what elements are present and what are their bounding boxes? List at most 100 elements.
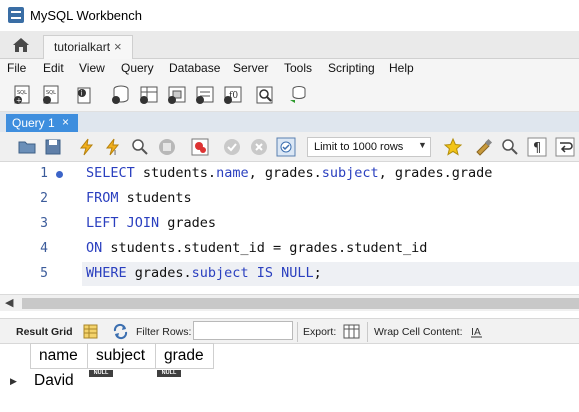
- create-table-icon[interactable]: [138, 84, 160, 106]
- svg-text:IA: IA: [471, 327, 481, 338]
- commit-icon[interactable]: [222, 137, 242, 157]
- add-to-snippets-star-icon[interactable]: [443, 137, 463, 157]
- line-number: 3: [40, 216, 48, 231]
- close-icon[interactable]: ×: [114, 39, 122, 54]
- grid-cell-name[interactable]: David: [34, 372, 74, 390]
- svg-text:I: I: [114, 149, 116, 157]
- column-header-name[interactable]: name: [30, 343, 88, 369]
- tab-connection[interactable]: tutorialkart ×: [43, 35, 133, 59]
- menu-view[interactable]: View: [79, 61, 105, 75]
- line-number: 4: [40, 241, 48, 256]
- stop-icon[interactable]: [157, 137, 177, 157]
- search-table-data-icon[interactable]: [254, 84, 276, 106]
- svg-text:SQL: SQL: [46, 90, 56, 96]
- inspector-icon[interactable]: i: [74, 84, 96, 106]
- export-icon[interactable]: [343, 323, 360, 340]
- column-header-grade[interactable]: grade: [156, 343, 214, 369]
- refresh-icon[interactable]: [112, 323, 129, 340]
- reconnect-icon[interactable]: [287, 84, 309, 106]
- menu-file[interactable]: File: [7, 61, 26, 75]
- grid-cell-subject-null-badge[interactable]: NULL: [89, 370, 113, 377]
- create-function-icon[interactable]: f0: [222, 84, 244, 106]
- code-line[interactable]: FROM students: [86, 190, 192, 206]
- home-icon[interactable]: [12, 37, 30, 53]
- beautify-brush-icon[interactable]: [474, 137, 494, 157]
- main-toolbar: SQL + SQL i f0: [0, 79, 579, 112]
- create-view-icon[interactable]: [166, 84, 188, 106]
- svg-text:¶: ¶: [533, 141, 541, 156]
- row-limit-value: Limit to 1000 rows: [314, 141, 404, 153]
- menu-database[interactable]: Database: [169, 61, 220, 75]
- menu-edit[interactable]: Edit: [43, 61, 64, 75]
- menu-bar: File Edit View Query Database Server Too…: [0, 59, 579, 79]
- sql-text: students.: [134, 165, 217, 181]
- create-procedure-icon[interactable]: [194, 84, 216, 106]
- open-sql-script-icon[interactable]: SQL: [41, 84, 63, 106]
- save-icon[interactable]: [43, 137, 63, 157]
- sql-identifier: name: [216, 165, 249, 181]
- sql-text: , grades.: [248, 165, 322, 181]
- toolbar-separator: [367, 322, 368, 342]
- rollback-icon[interactable]: [249, 137, 269, 157]
- workbench-app-icon: [8, 7, 24, 23]
- new-sql-tab-icon[interactable]: SQL+: [12, 84, 34, 106]
- invisible-characters-icon[interactable]: ¶: [527, 137, 547, 157]
- sql-identifier: subject: [191, 265, 249, 281]
- menu-help[interactable]: Help: [389, 61, 414, 75]
- sql-keyword: LEFT JOIN: [86, 215, 160, 231]
- result-grid-label[interactable]: Result Grid: [16, 326, 73, 338]
- toolbar-separator: [297, 322, 298, 342]
- grid-view-icon[interactable]: [83, 324, 98, 339]
- sql-keyword: WHERE: [86, 265, 127, 281]
- execute-lightning-icon[interactable]: [77, 137, 97, 157]
- stop-on-error-icon[interactable]: [190, 137, 210, 157]
- scroll-left-arrow-icon[interactable]: ◀: [5, 296, 13, 309]
- sql-text: grades.: [126, 265, 192, 281]
- scrollbar-thumb[interactable]: [22, 298, 579, 309]
- svg-text:+: +: [16, 97, 22, 105]
- title-bar: MySQL Workbench: [0, 0, 579, 31]
- menu-scripting[interactable]: Scripting: [328, 61, 375, 75]
- editor-horizontal-scrollbar[interactable]: ◀: [0, 294, 579, 311]
- sql-keyword: FROM: [86, 190, 119, 206]
- explain-icon[interactable]: [130, 137, 150, 157]
- code-line[interactable]: SELECT students.name, grades.subject, gr…: [86, 165, 492, 181]
- menu-tools[interactable]: Tools: [284, 61, 312, 75]
- sql-text: students: [118, 190, 192, 206]
- sql-text: grades: [159, 215, 217, 231]
- menu-query[interactable]: Query: [121, 61, 154, 75]
- sql-keyword: ON: [86, 240, 103, 256]
- tab-query-1[interactable]: Query 1 ×: [6, 114, 78, 132]
- svg-text:SQL: SQL: [17, 90, 27, 96]
- create-schema-icon[interactable]: [110, 84, 132, 106]
- current-row-indicator-icon: ▶: [10, 376, 17, 386]
- filter-rows-input[interactable]: [193, 321, 293, 340]
- tab-query-1-label: Query 1: [12, 116, 55, 130]
- code-line[interactable]: LEFT JOIN grades: [86, 215, 216, 231]
- grid-cell-grade-null-badge[interactable]: NULL: [157, 370, 181, 377]
- wrap-cell-content-label: Wrap Cell Content:: [374, 326, 463, 338]
- code-line[interactable]: ON students.student_id = grades.student_…: [86, 240, 427, 256]
- execute-current-statement-icon[interactable]: I: [103, 137, 123, 157]
- menu-server[interactable]: Server: [233, 61, 268, 75]
- find-replace-icon[interactable]: [500, 137, 520, 157]
- wrap-cell-content-icon[interactable]: IA: [470, 325, 483, 338]
- line-number: 1: [40, 166, 48, 181]
- auto-commit-icon[interactable]: [276, 137, 296, 157]
- open-folder-icon[interactable]: [17, 137, 37, 157]
- sql-keyword: IS NULL: [256, 265, 314, 281]
- column-header-subject[interactable]: subject: [88, 343, 156, 369]
- export-label: Export:: [303, 326, 337, 338]
- sql-editor-toolbar: I Limit to 1000 rows ▼ ¶: [0, 132, 579, 162]
- filter-rows-label: Filter Rows:: [136, 326, 192, 338]
- sql-identifier: subject: [321, 165, 379, 181]
- close-icon[interactable]: ×: [62, 115, 69, 129]
- wrap-lines-icon[interactable]: [555, 137, 575, 157]
- window-title: MySQL Workbench: [30, 8, 142, 23]
- code-line[interactable]: WHERE grades.subject IS NULL;: [86, 265, 322, 281]
- sql-text: ;: [313, 265, 322, 281]
- tab-connection-label: tutorialkart: [54, 40, 111, 54]
- chevron-down-icon: ▼: [418, 140, 427, 150]
- row-limit-select[interactable]: Limit to 1000 rows ▼: [307, 137, 431, 157]
